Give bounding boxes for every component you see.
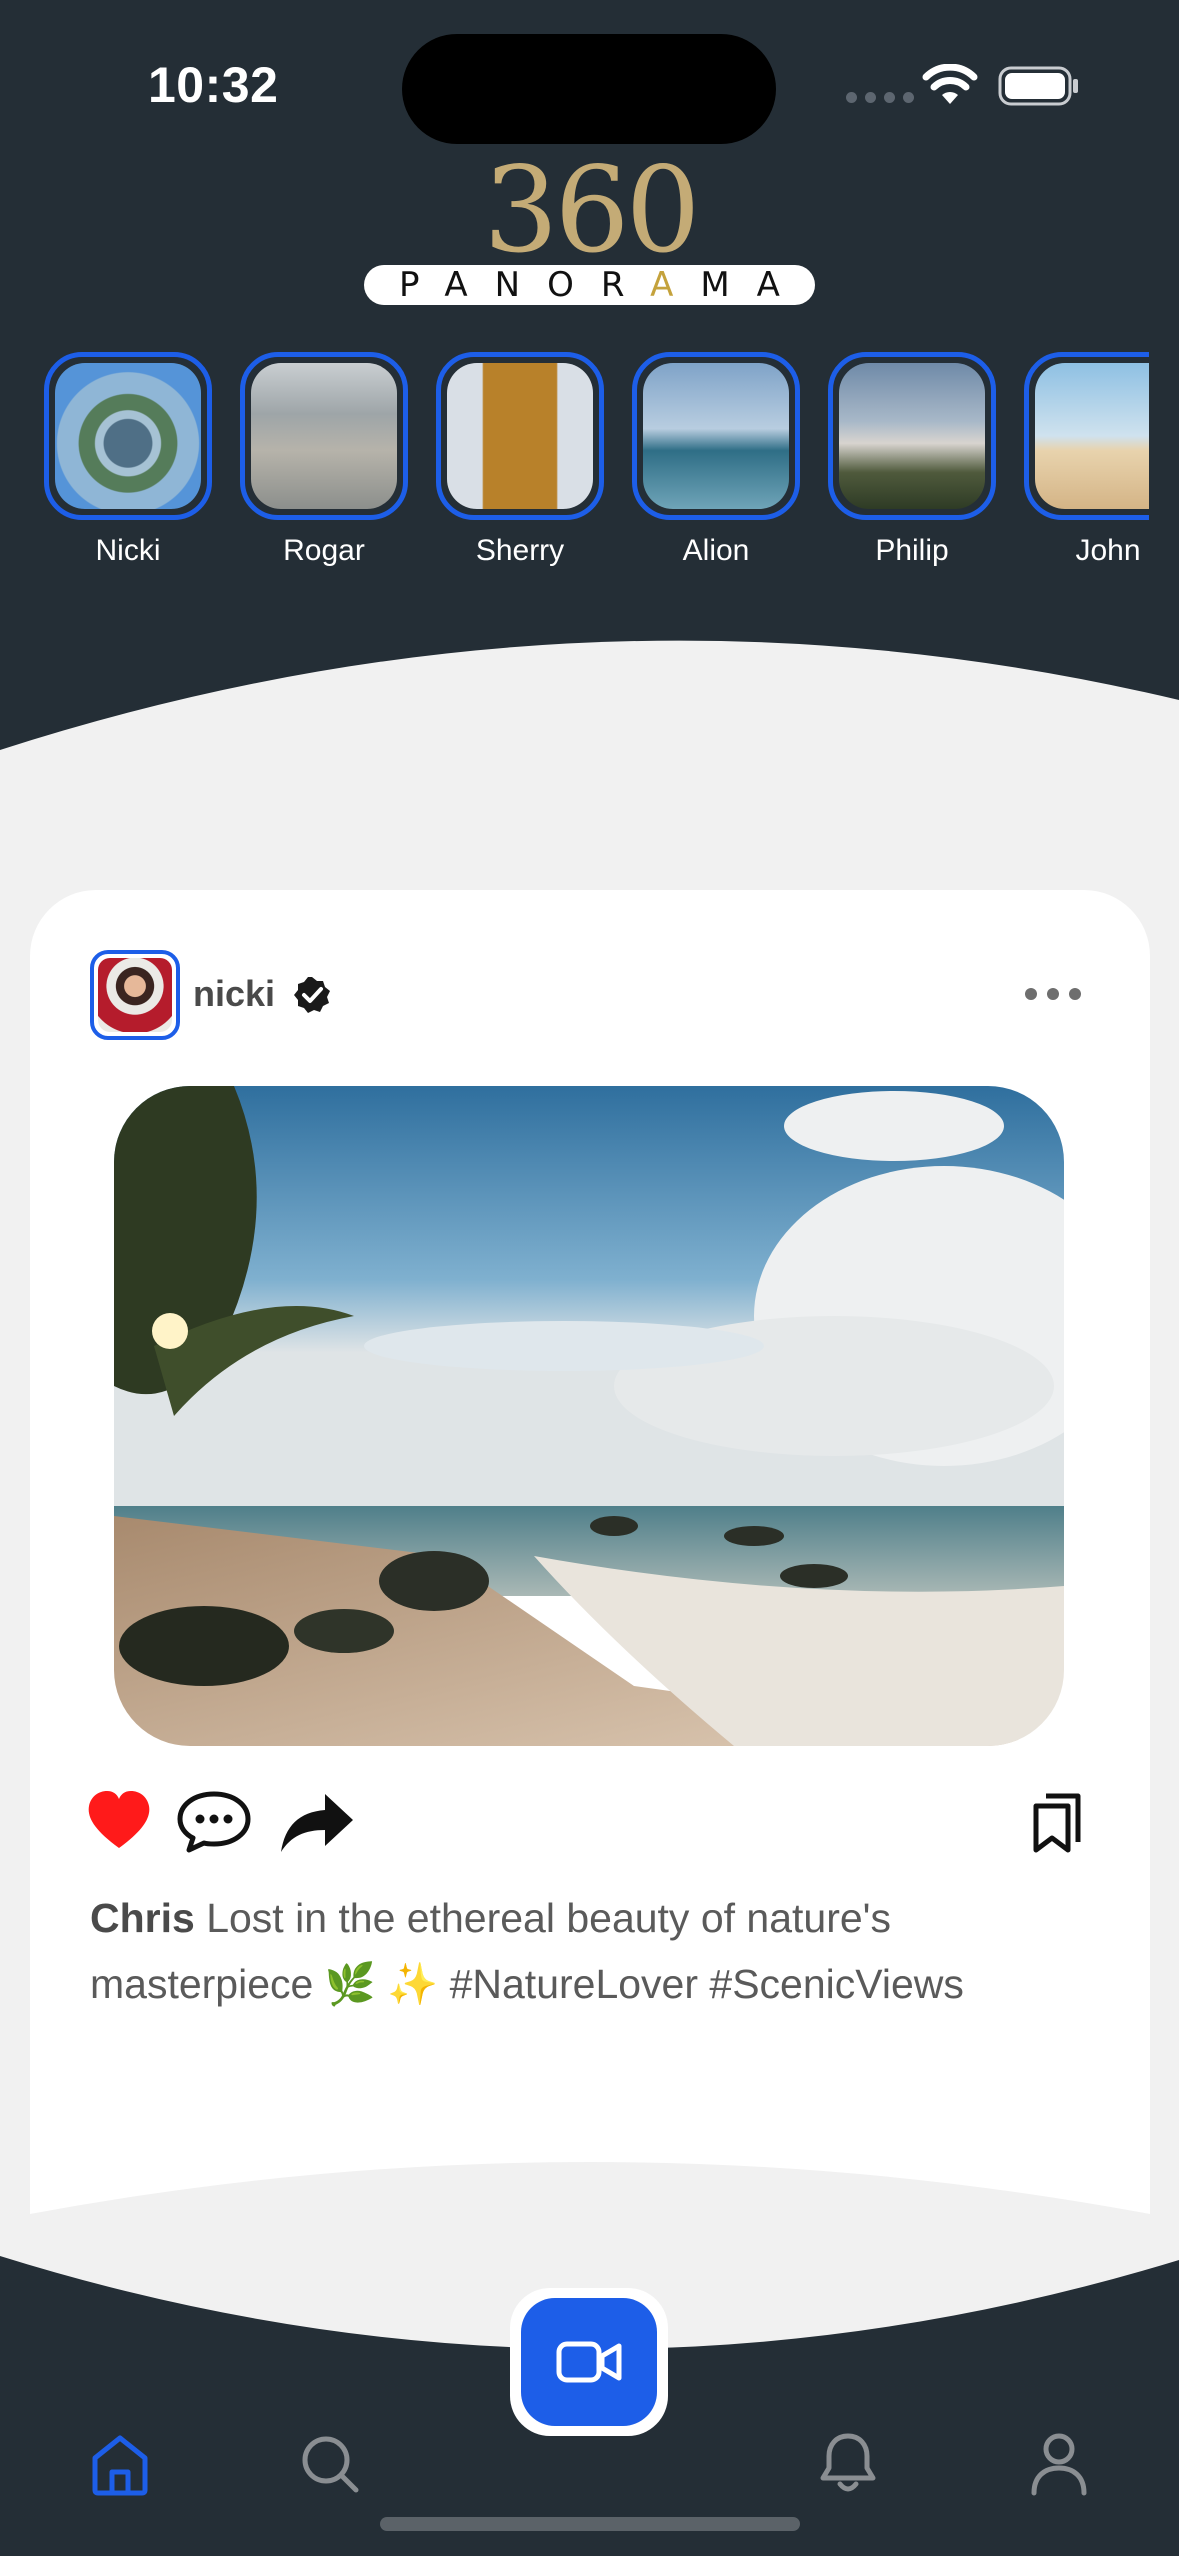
search-icon[interactable] [300,2434,360,2494]
post-author-avatar[interactable] [90,950,180,1040]
video-camera-icon[interactable] [556,2334,622,2390]
verified-badge-icon [294,977,330,1013]
comment-icon[interactable] [176,1790,252,1854]
home-indicator [380,2517,800,2531]
share-icon[interactable] [279,1790,355,1854]
bookmark-icon[interactable] [1032,1792,1082,1854]
caption-text: Lost in the ethereal beauty of nature's … [90,1895,964,2007]
more-options-icon[interactable] [1024,987,1082,1001]
heart-icon[interactable] [86,1790,152,1850]
post-username[interactable]: nicki [193,973,275,1015]
post-image[interactable] [114,1086,1064,1746]
post-caption: Chris Lost in the ethereal beauty of nat… [90,1885,1090,2017]
home-icon[interactable] [90,2434,150,2496]
caption-username[interactable]: Chris [90,1895,195,1941]
user-icon[interactable] [1030,2432,1088,2496]
bell-icon[interactable] [818,2432,878,2496]
